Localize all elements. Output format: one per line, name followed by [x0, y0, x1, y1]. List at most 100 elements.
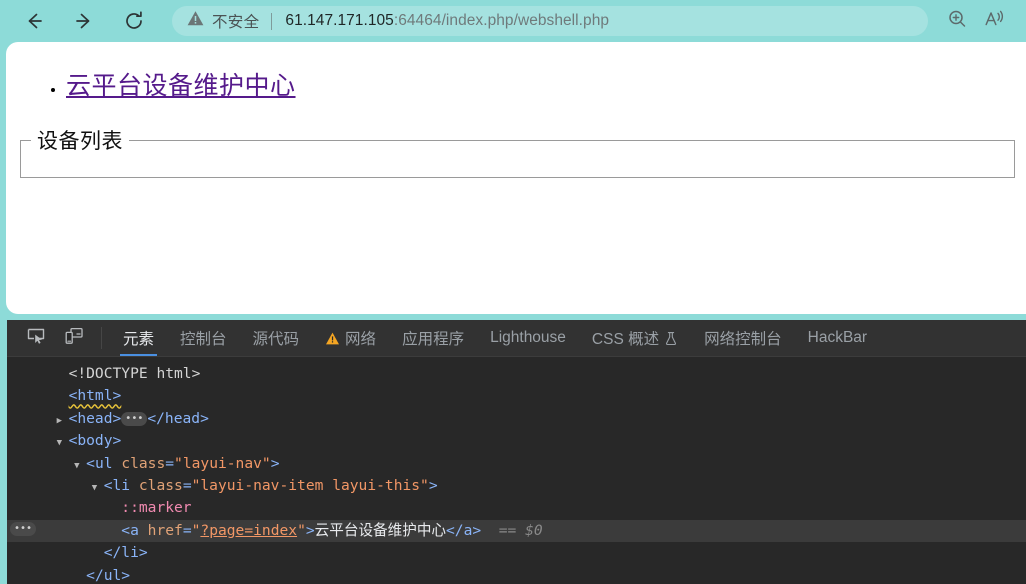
tab-hackbar[interactable]: HackBar [795, 320, 880, 356]
dom-node-li-open[interactable]: ▼<li class="layui-nav-item layui-this"> [7, 475, 1026, 497]
warning-triangle-icon [186, 9, 205, 33]
dom-token: > [271, 453, 280, 475]
tab-label: 源代码 [253, 327, 300, 349]
zoom-button[interactable] [938, 2, 976, 40]
dom-token: </li> [104, 542, 148, 564]
url-host: 61.147.171.105 [285, 12, 393, 29]
dom-node-html-open[interactable]: <html> [7, 385, 1026, 407]
dom-node-doctype[interactable]: <!DOCTYPE html> [7, 363, 1026, 385]
tab-label: 元素 [123, 327, 154, 349]
dom-token: <!DOCTYPE html> [69, 363, 201, 385]
indent-spacer [39, 542, 92, 564]
tab-console[interactable]: 控制台 [167, 320, 240, 356]
dom-token: 云平台设备维护中心 [315, 520, 446, 542]
indent-spacer [39, 520, 109, 542]
indent-spacer [39, 497, 109, 519]
dom-node-ul-open[interactable]: ▼<ul class="layui-nav"> [7, 453, 1026, 475]
tab-network-console[interactable]: 网络控制台 [691, 320, 795, 356]
twisty-open-icon[interactable]: ▼ [92, 477, 104, 499]
reload-button[interactable] [114, 1, 154, 41]
device-list-legend: 设备列表 [31, 125, 129, 155]
indent-spacer [39, 408, 57, 430]
browser-toolbar: 不安全 61.147.171.105:64464/index.php/websh… [0, 0, 1026, 42]
tab-label: 控制台 [180, 327, 227, 349]
dom-token: " [297, 520, 306, 542]
twisty-open-icon[interactable]: ▼ [74, 455, 86, 477]
dom-token: href [148, 520, 183, 542]
url-path: :64464/index.php/webshell.php [394, 12, 609, 29]
indent-spacer [39, 363, 57, 385]
twisty-spacer [109, 499, 121, 521]
arrow-left-icon [23, 10, 45, 32]
indent-spacer [39, 430, 57, 452]
expand-ellipsis-icon[interactable]: ••• [10, 522, 36, 536]
dom-token: = [183, 520, 192, 542]
dom-token: = [183, 475, 192, 497]
dom-token: ••• [121, 412, 147, 426]
warning-triangle-icon [325, 331, 340, 346]
devtools-panel: 元素 控制台 源代码 网络 应用程序 [7, 320, 1026, 584]
zoom-icon [946, 8, 968, 35]
twisty-spacer [92, 544, 104, 566]
dom-token: > [306, 520, 315, 542]
dom-token: ?page=index [200, 520, 297, 542]
experiment-flask-icon [664, 331, 678, 346]
tab-sources[interactable]: 源代码 [240, 320, 313, 356]
tab-css-overview[interactable]: CSS 概述 [579, 320, 691, 356]
tab-label: CSS 概述 [592, 327, 659, 349]
dom-node-body-open[interactable]: ▼<body> [7, 430, 1026, 452]
browser-window: 不安全 61.147.171.105:64464/index.php/websh… [0, 0, 1026, 584]
dom-token: = [165, 453, 174, 475]
inspect-element-button[interactable] [17, 320, 55, 356]
reload-icon [122, 9, 146, 33]
tab-label: Lighthouse [490, 329, 566, 347]
nav-link-cloud-platform[interactable]: 云平台设备维护中心 [66, 71, 296, 100]
dom-token: <li [104, 475, 139, 497]
dom-node-head[interactable]: ▶<head>•••</head> [7, 408, 1026, 430]
dom-node-gutter: ••• [7, 520, 39, 542]
dom-token: ::marker [121, 497, 191, 519]
back-button[interactable] [14, 1, 54, 41]
twisty-open-icon[interactable]: ▼ [57, 432, 69, 454]
twisty-closed-icon[interactable]: ▶ [57, 410, 69, 432]
device-list-fieldset: 设备列表 [20, 125, 1015, 178]
dom-node-a-node[interactable]: ••• <a href="?page=index">云平台设备维护中心</a> … [7, 520, 1026, 542]
tab-lighthouse[interactable]: Lighthouse [477, 320, 579, 356]
dom-token: == [481, 520, 525, 542]
tab-network[interactable]: 网络 [312, 320, 389, 356]
tab-label: HackBar [808, 329, 867, 347]
layui-nav-item: 云平台设备维护中心 [66, 66, 1026, 102]
inspect-element-icon [26, 326, 46, 351]
twisty-spacer [74, 567, 86, 584]
dom-token: > [429, 475, 438, 497]
dom-token: </a> [446, 520, 481, 542]
device-toolbar-icon [64, 326, 84, 351]
dom-node-ul-close[interactable]: </ul> [7, 565, 1026, 584]
read-aloud-button[interactable] [976, 2, 1014, 40]
dom-token: <a [121, 520, 147, 542]
dom-token: </ul> [86, 565, 130, 584]
dom-node-marker[interactable]: ::marker [7, 497, 1026, 519]
layui-nav: 云平台设备维护中心 [6, 66, 1026, 102]
dom-token: "layui-nav" [174, 453, 271, 475]
toolbar-actions [938, 2, 1014, 40]
dom-node-li-close[interactable]: </li> [7, 542, 1026, 564]
tab-label: 网络 [345, 327, 376, 349]
dom-token: <ul [86, 453, 121, 475]
indent-spacer [39, 565, 74, 584]
toolbar-separator [101, 327, 102, 349]
address-bar[interactable]: 不安全 61.147.171.105:64464/index.php/websh… [172, 6, 928, 36]
security-status-label: 不安全 [212, 10, 259, 32]
forward-button[interactable] [64, 1, 104, 41]
dom-tree[interactable]: <!DOCTYPE html> <html> ▶<head>•••</head>… [7, 357, 1026, 584]
page-content: 云平台设备维护中心 设备列表 [6, 42, 1026, 178]
twisty-spacer [57, 365, 69, 387]
dom-token: <html> [69, 385, 122, 407]
tab-application[interactable]: 应用程序 [389, 320, 477, 356]
device-toolbar-button[interactable] [55, 320, 93, 356]
dom-token: " [192, 520, 201, 542]
tab-elements[interactable]: 元素 [110, 320, 167, 356]
dom-token: $0 [525, 520, 543, 542]
page-viewport: 云平台设备维护中心 设备列表 [6, 42, 1026, 314]
dom-token: </head> [147, 408, 209, 430]
